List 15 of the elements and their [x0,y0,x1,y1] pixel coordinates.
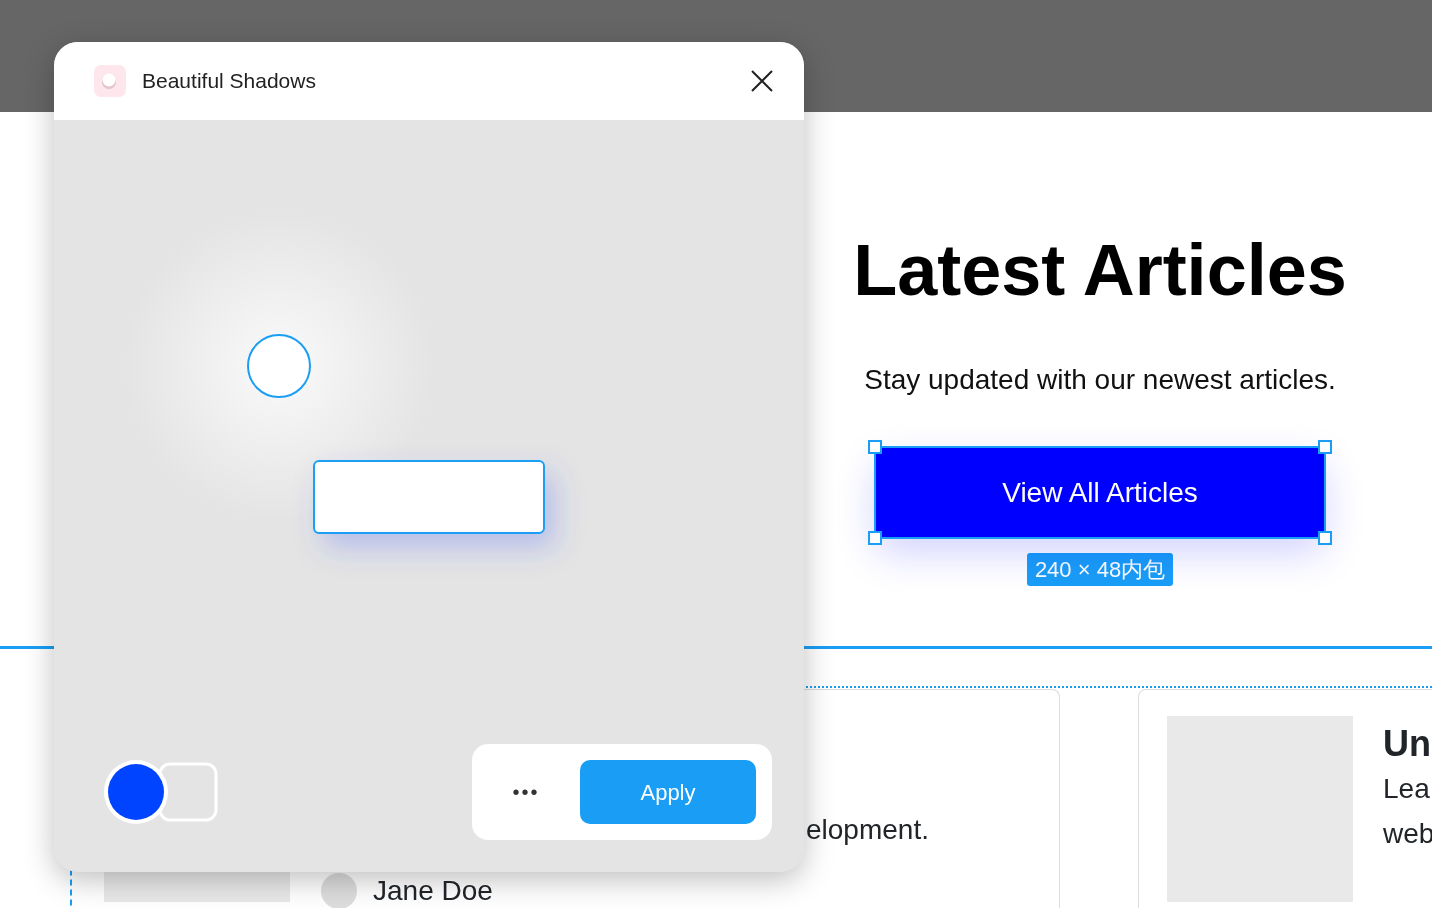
card-description: Lea [1383,772,1431,806]
card-title: Un [1383,722,1432,766]
card-description: elopment. [806,813,929,847]
resize-handle[interactable] [1318,531,1332,545]
size-label: 240 × 48内包 [1026,553,1174,586]
page-heading: Latest Articles [853,234,1347,306]
panel-title: Beautiful Shadows [142,68,317,95]
more-button[interactable]: ••• [488,777,564,807]
resize-handle[interactable] [868,531,882,545]
author-name: Jane Doe [373,874,493,908]
resize-handle[interactable] [1318,440,1332,454]
view-all-articles-button[interactable]: View All Articles [876,448,1324,537]
app-icon [94,65,126,97]
page-subtitle: Stay updated with our newest articles. [864,363,1336,397]
resize-handle[interactable] [868,440,882,454]
